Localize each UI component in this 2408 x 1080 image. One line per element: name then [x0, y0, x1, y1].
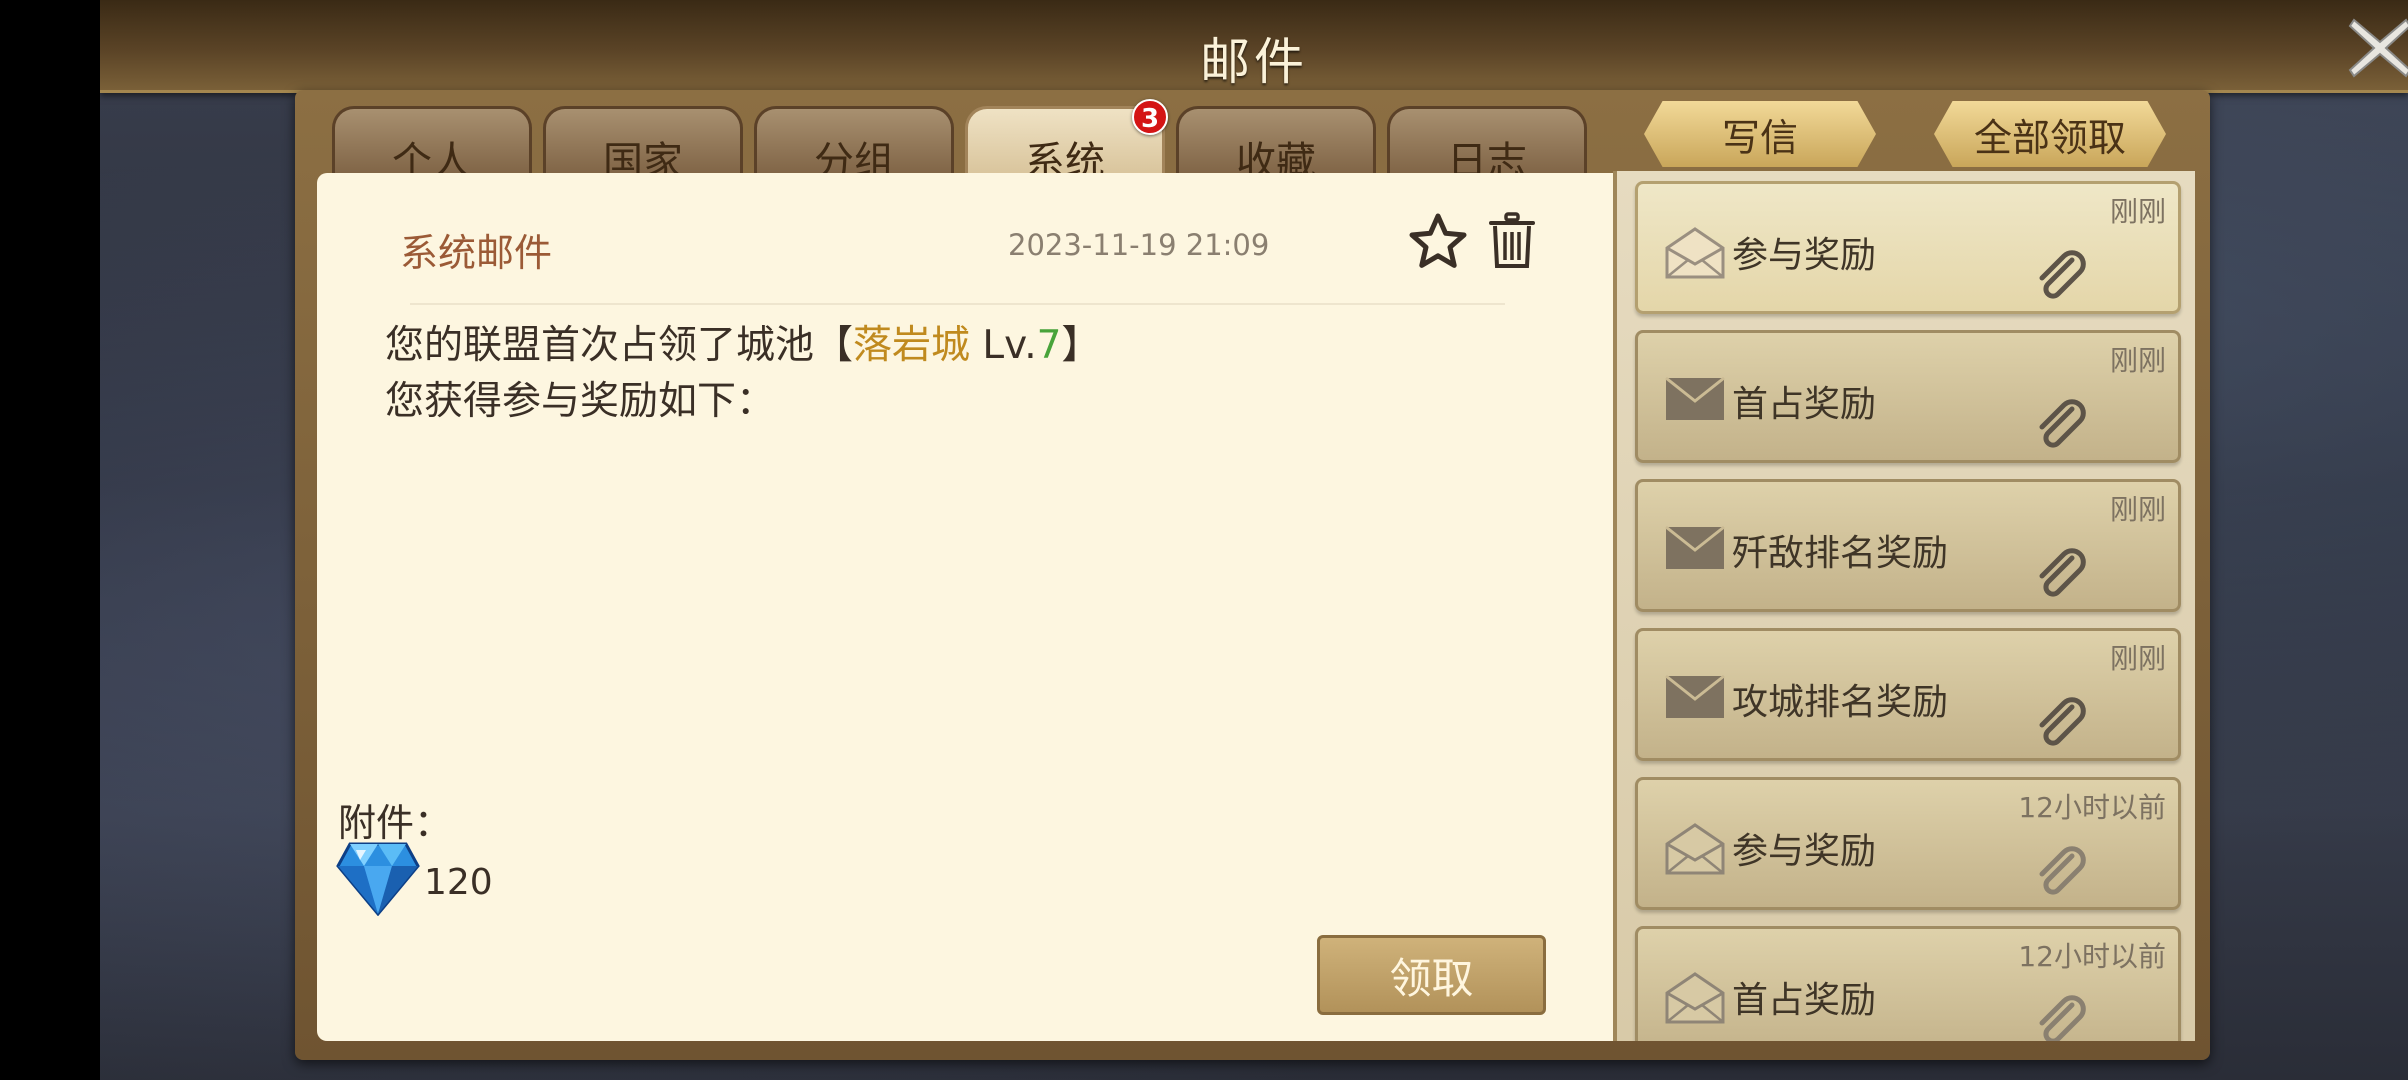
paperclip-icon: [2039, 548, 2086, 597]
mail-list-title: 首占奖励: [1732, 980, 1877, 1021]
open-envelope-icon: [1665, 227, 1725, 279]
tab-country[interactable]: 国家: [543, 106, 743, 178]
claim-all-button[interactable]: 全部领取: [1934, 101, 2166, 167]
city-name: 落岩城: [853, 323, 971, 368]
delete-button[interactable]: [1488, 212, 1536, 274]
mail-list-time: 刚刚: [2109, 344, 2166, 377]
trash-icon: [1489, 212, 1535, 268]
mail-body-line1: 您的联盟首次占领了城池【落岩城 Lv.7】: [385, 314, 1100, 370]
paperclip-icon: [2039, 399, 2086, 448]
mail-list-item[interactable]: 攻城排名奖励 刚刚: [1635, 628, 2181, 761]
mail-list-item[interactable]: 首占奖励 刚刚: [1635, 330, 2181, 463]
attachment-count: 120: [424, 862, 493, 903]
write-mail-label: 写信: [1721, 115, 1798, 160]
mail-sender: 系统邮件: [400, 231, 553, 275]
closed-envelope-icon: [1665, 674, 1725, 718]
write-mail-button[interactable]: 写信: [1644, 101, 1876, 167]
mail-list-title: 歼敌排名奖励: [1732, 533, 1949, 574]
mail-list-time: 刚刚: [2109, 642, 2166, 675]
paperclip-icon: [2039, 846, 2086, 895]
tab-label: 分组: [814, 139, 894, 178]
star-icon: [1409, 213, 1467, 268]
city-level: 7: [1036, 323, 1062, 368]
tab-label: 系统: [1025, 139, 1105, 178]
open-envelope-icon: [1665, 972, 1725, 1024]
window-title: 邮件: [1200, 33, 1308, 91]
unread-badge: 3: [1132, 99, 1168, 135]
header-divider: [410, 303, 1505, 305]
tab-label: 国家: [603, 139, 683, 178]
mail-body-line2: 您获得参与奖励如下：: [385, 379, 776, 424]
closed-envelope-icon: [1665, 525, 1725, 569]
mail-list-time: 12小时以前: [2018, 940, 2166, 973]
claim-button[interactable]: 领取: [1317, 935, 1546, 1015]
mail-list-time: 刚刚: [2109, 493, 2166, 526]
mail-list-title: 参与奖励: [1732, 831, 1877, 872]
tab-label: 个人: [392, 139, 472, 178]
mail-list-time: 12小时以前: [2018, 791, 2166, 824]
mail-list-item[interactable]: 歼敌排名奖励 刚刚: [1635, 479, 2181, 612]
close-button[interactable]: [2340, 8, 2408, 88]
claim-all-label: 全部领取: [1973, 115, 2126, 160]
favorite-button[interactable]: [1408, 212, 1468, 274]
mail-list-title: 参与奖励: [1732, 235, 1877, 276]
tab-group[interactable]: 分组: [754, 106, 954, 178]
tab-label: 日志: [1447, 139, 1527, 178]
claim-label: 领取: [1389, 953, 1474, 1003]
mail-list-title: 首占奖励: [1732, 384, 1877, 425]
body-text: 您的联盟首次占领了城池【: [385, 323, 854, 368]
paperclip-icon: [2039, 697, 2086, 746]
paperclip-icon: [2039, 250, 2086, 299]
closed-envelope-icon: [1665, 376, 1725, 420]
mail-list-time: 刚刚: [2109, 195, 2166, 228]
mail-date: 2023-11-19 21:09: [1008, 228, 1270, 262]
blue-diamond-icon: [336, 842, 420, 917]
tab-favorites[interactable]: 收藏: [1176, 106, 1376, 178]
paperclip-icon: [2039, 995, 2086, 1041]
tab-label: 收藏: [1236, 139, 1316, 178]
mail-list-title: 攻城排名奖励: [1732, 682, 1949, 723]
mail-list-item[interactable]: 参与奖励 刚刚: [1635, 181, 2181, 314]
mail-list-item[interactable]: 首占奖励 12小时以前: [1635, 926, 2181, 1041]
mail-list-item[interactable]: 参与奖励 12小时以前: [1635, 777, 2181, 910]
level-prefix: Lv.: [970, 323, 1037, 368]
open-envelope-icon: [1665, 823, 1725, 875]
body-text: 】: [1061, 323, 1101, 368]
tab-personal[interactable]: 个人: [332, 106, 532, 178]
title-bar: 邮件: [100, 0, 2408, 93]
attachment-item: [336, 836, 420, 920]
close-x-icon: [2348, 18, 2408, 78]
mail-list[interactable]: 参与奖励 刚刚 首占奖励 刚刚 歼敌排名奖励 刚刚 攻城排名奖励 刚刚 参与奖励…: [1613, 171, 2195, 1041]
tab-log[interactable]: 日志: [1387, 106, 1587, 178]
